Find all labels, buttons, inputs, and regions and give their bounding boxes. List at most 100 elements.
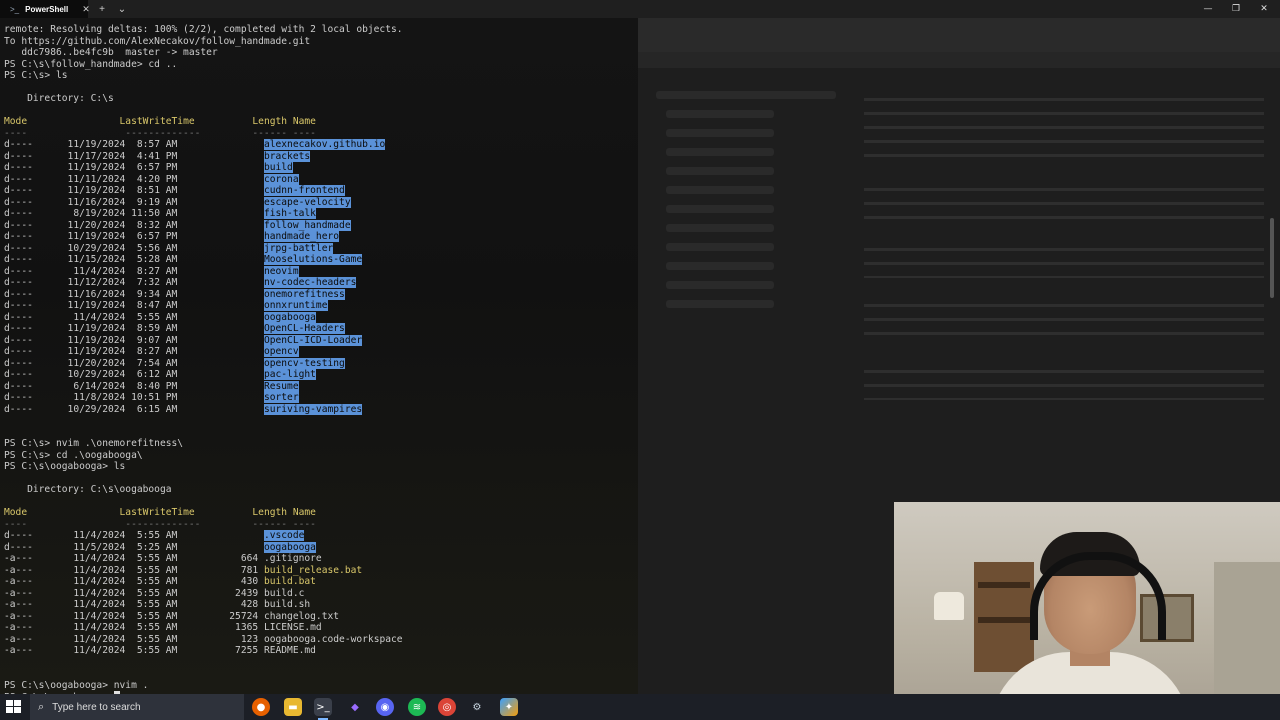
new-tab-button[interactable]: +	[92, 0, 112, 18]
entry-length	[177, 139, 258, 150]
entry-dir-name: build	[263, 162, 293, 173]
directory-entry: d---- 11/19/2024 6:57 PM handmade_hero	[4, 231, 403, 243]
firefox-icon[interactable]: ●	[252, 698, 270, 716]
entry-date: 11/4/2024	[32, 587, 126, 599]
entry-file-name: .gitignore	[263, 553, 322, 564]
tab-dropdown-icon[interactable]: ⌄	[112, 0, 132, 18]
entry-date: 10/29/2024	[32, 242, 126, 254]
entry-date: 11/20/2024	[32, 357, 126, 369]
entry-time: 9:34 AM	[125, 288, 178, 300]
entry-file-name: changelog.txt	[263, 610, 340, 622]
directory-entry: d---- 11/12/2024 7:32 AM nv-codec-header…	[4, 277, 403, 289]
terminal-output: remote: Resolving deltas: 100% (2/2), co…	[4, 24, 403, 703]
directory-entry: d---- 11/19/2024 8:59 AM OpenCL-Headers	[4, 323, 403, 335]
entry-dir-name: escape-velocity	[263, 196, 351, 208]
entry-length: 781	[177, 564, 259, 576]
steam-icon[interactable]: ⚙	[468, 698, 486, 716]
search-icon: ⌕	[38, 700, 45, 713]
entry-date: 10/29/2024	[32, 369, 126, 380]
entry-time: 6:57 PM	[125, 162, 178, 173]
copilot-icon[interactable]: ✦	[500, 698, 518, 716]
entry-time: 5:55 AM	[125, 645, 178, 656]
entry-dir-name: OpenCL-Headers	[263, 323, 345, 334]
directory-entry: d---- 11/19/2024 8:51 AM cudnn-frontend	[4, 185, 403, 197]
powershell-icon: >_	[10, 4, 20, 14]
discord-icon[interactable]: ◉	[376, 698, 394, 716]
entry-mode: d----	[4, 392, 33, 403]
terminal-line: To https://github.com/AlexNecakov/follow…	[4, 35, 311, 47]
entry-time: 5:55 AM	[125, 622, 178, 633]
entry-time: 4:20 PM	[125, 173, 178, 185]
obsidian-icon[interactable]: ◆	[346, 698, 364, 716]
directory-entry: d---- 11/19/2024 8:47 AM onnxruntime	[4, 300, 403, 312]
entry-length: 7255	[177, 645, 259, 656]
entry-time: 8:27 AM	[125, 346, 178, 357]
entry-length	[177, 162, 258, 173]
directory-entry: -a--- 11/4/2024 5:55 AM 428 build.sh	[4, 599, 403, 611]
maximize-button[interactable]: ❐	[1222, 0, 1250, 18]
entry-length: 428	[177, 599, 259, 610]
entry-dir-name: opencv	[263, 346, 299, 357]
directory-entry: -a--- 11/4/2024 5:55 AM 1365 LICENSE.md	[4, 622, 403, 634]
entry-length	[177, 197, 258, 208]
entry-mode: d----	[4, 254, 33, 265]
entry-length: 1365	[177, 622, 259, 633]
directory-entry: d---- 11/11/2024 4:20 PM corona	[4, 173, 403, 186]
header-length: Length	[252, 507, 288, 518]
entry-date: 11/5/2024	[32, 541, 126, 553]
entry-date: 11/12/2024	[32, 277, 126, 288]
browser-bookmarks-bar	[638, 52, 1280, 68]
entry-file-name: build.sh	[263, 599, 311, 610]
entry-date: 11/4/2024	[32, 530, 126, 541]
terminal-line: PS C:\s> cd .\oogabooga\	[4, 449, 143, 461]
entry-length	[177, 289, 258, 300]
entry-date: 11/19/2024	[32, 185, 126, 196]
directory-entry: -a--- 11/4/2024 5:55 AM 781 build_releas…	[4, 565, 403, 577]
file-explorer-icon[interactable]: ▬	[284, 698, 302, 716]
chrome-icon[interactable]: ◎	[438, 698, 456, 716]
entry-date: 11/19/2024	[32, 334, 126, 346]
entry-length	[177, 277, 258, 288]
entry-dir-name: Resume	[263, 380, 299, 392]
entry-length	[177, 312, 258, 323]
entry-length: 664	[177, 553, 259, 564]
directory-entry: d---- 11/19/2024 8:57 AM alexnecakov.git…	[4, 139, 403, 151]
entry-time: 7:32 AM	[125, 277, 178, 288]
terminal-icon[interactable]: >_	[314, 698, 332, 720]
entry-time: 8:32 AM	[125, 219, 178, 231]
entry-dir-name: handmade_hero	[263, 231, 340, 242]
header-mode: Mode	[4, 116, 120, 127]
webcam-overlay	[894, 502, 1280, 720]
entry-time: 8:40 PM	[125, 380, 178, 392]
directory-entry: -a--- 11/4/2024 5:55 AM 7255 README.md	[4, 645, 403, 657]
entry-mode: -a---	[4, 564, 33, 576]
terminal-pane[interactable]: remote: Resolving deltas: 100% (2/2), co…	[0, 18, 638, 703]
entry-date: 11/16/2024	[32, 288, 126, 300]
entry-date: 11/11/2024	[32, 173, 126, 185]
close-window-button[interactable]: ✕	[1250, 0, 1278, 18]
windows-start-icon[interactable]	[6, 700, 22, 714]
entry-length: 25724	[177, 610, 259, 622]
entry-length: 430	[177, 576, 259, 587]
terminal-line: PS C:\s\oogabooga> ls	[4, 461, 126, 472]
directory-entry: d---- 11/4/2024 5:55 AM .vscode	[4, 530, 403, 542]
directory-line: Directory: C:\s	[4, 93, 114, 104]
spotify-icon[interactable]: ≋	[408, 698, 426, 716]
column-header: Mode LastWriteTime Length Name	[4, 116, 403, 128]
entry-time: 5:55 AM	[125, 576, 178, 587]
entry-mode: d----	[4, 231, 33, 242]
minimize-button[interactable]: —	[1194, 0, 1222, 18]
entry-dir-name: nv-codec-headers	[263, 277, 357, 288]
directory-entry: -a--- 11/4/2024 5:55 AM 25724 changelog.…	[4, 611, 403, 623]
entry-mode: d----	[4, 311, 33, 323]
entry-length	[177, 542, 258, 553]
taskbar-search[interactable]: ⌕ Type here to search	[30, 694, 244, 720]
entry-length	[177, 300, 258, 311]
entry-date: 11/4/2024	[32, 622, 126, 633]
close-tab-icon[interactable]: ✕	[82, 4, 90, 15]
tab-powershell[interactable]: >_ PowerShell ✕	[0, 0, 90, 18]
